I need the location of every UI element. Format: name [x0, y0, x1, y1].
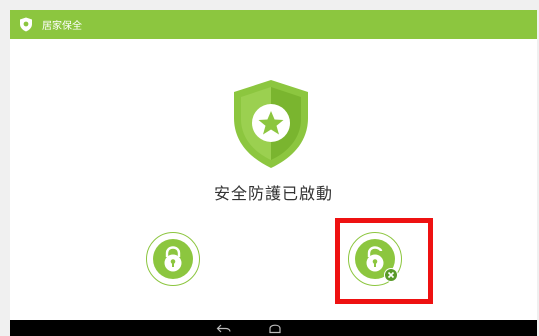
- status-text: 安全防護已啟動: [213, 184, 333, 203]
- app-screen: 居家保全 安全防護已啟動: [10, 10, 537, 320]
- title-bar: 居家保全: [10, 10, 537, 39]
- back-icon[interactable]: [215, 323, 233, 334]
- shield-star-icon: [232, 78, 310, 170]
- lock-icon: [153, 239, 193, 279]
- highlight-box: [335, 218, 433, 304]
- app-title: 居家保全: [42, 21, 82, 32]
- home-icon[interactable]: [266, 323, 284, 334]
- lock-button[interactable]: [146, 232, 200, 286]
- navigation-bar: [10, 320, 537, 336]
- shield-icon: [18, 17, 34, 33]
